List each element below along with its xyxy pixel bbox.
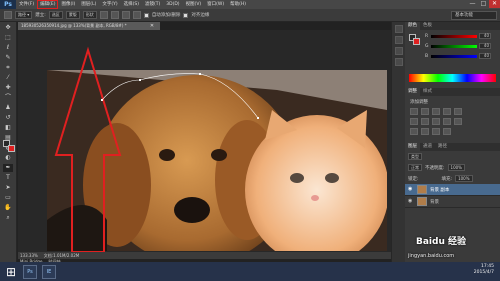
red-arrow-annotation [54,46,122,253]
tab-layers[interactable]: 图层 [405,143,420,151]
layer-kind-dropdown[interactable]: 类型 [408,153,422,160]
color-channel-row: B 40 [405,52,500,60]
taskbar-app-ie[interactable]: IE [42,264,56,279]
layer-row[interactable]: ◉ 背景 副本 [405,184,500,196]
gradient-map-icon[interactable] [443,128,451,135]
adjustment-icons-row [405,115,500,125]
posterize-icon[interactable] [421,128,429,135]
doc-size: 文档:1.01M/2.02M [43,253,80,258]
bw-icon[interactable] [432,118,440,125]
channel-value-field[interactable]: 40 [479,53,491,59]
layer-row[interactable]: ◉ 背景 [405,196,500,208]
vibrance-icon[interactable] [454,108,462,115]
layer-thumbnail [417,197,427,206]
channel-slider[interactable] [431,44,477,48]
color-panel-tabs: 颜色 色板 [405,22,500,30]
properties-icon[interactable] [395,36,403,44]
channel-mixer-icon[interactable] [454,118,462,125]
lock-row: 锁定: 填充: 100% [405,173,500,184]
opacity-label: 不透明度: [425,165,445,171]
layer-name: 背景 副本 [430,187,450,193]
tab-channels[interactable]: 通道 [420,143,435,151]
hue-sat-icon[interactable] [410,118,418,125]
history-icon[interactable] [395,25,403,33]
eye-icon[interactable]: ◉ [408,199,414,204]
tab-swatches[interactable]: 色板 [420,22,435,30]
clock-date: 2015/4/7 [473,270,494,275]
path-anchor-point [257,117,259,119]
channel-slider[interactable] [431,34,477,38]
adjustment-icons-row [405,105,500,115]
curves-icon[interactable] [432,108,440,115]
fill-label: 填充: [441,176,453,182]
path-anchor-point [101,99,103,101]
channel-label: G [425,43,429,49]
paragraph-icon[interactable] [395,58,403,66]
status-bar: 133.33% 文档:1.01M/2.02M [18,252,391,259]
right-panels: 颜色 色板 R 40 G 40 B 40 调整 样式 添加调整 图层 通道 路径 类型 [405,22,500,262]
adjustment-icons-row [405,125,500,135]
pen-path-line [101,73,259,119]
channel-value-field[interactable]: 40 [479,43,491,49]
layers-panel-tabs: 图层 通道 路径 [405,143,500,151]
tab-color[interactable]: 颜色 [405,22,420,30]
color-spectrum[interactable] [409,74,496,82]
watermark-url: jingyan.baidu.com [408,253,455,259]
adjustments-tabs: 调整 样式 [405,88,500,96]
channel-label: R [425,33,429,39]
windows-start-icon[interactable]: ⊞ [4,265,18,279]
path-anchor-point [199,73,201,75]
fill-field[interactable]: 100% [455,175,473,182]
path-anchor-point [139,79,141,81]
color-channel-row: G 40 [405,42,500,50]
taskbar-app-photoshop[interactable]: Ps [23,264,37,279]
tab-styles[interactable]: 样式 [420,88,435,96]
panel-dock-strip [391,22,405,262]
windows-taskbar: ⊞ Ps IE 17:45 2015/4/7 [0,262,500,281]
layer-filter-row: 类型 [405,151,500,162]
baidu-watermark: Baidu 经验 [416,237,467,247]
tab-adjustments[interactable]: 调整 [405,88,420,96]
zoom-level[interactable]: 133.33% [20,252,38,259]
blend-row: 正常 不透明度: 100% [405,162,500,173]
photo-filter-icon[interactable] [443,118,451,125]
adjustments-title: 添加调整 [410,100,428,105]
channel-value-field[interactable]: 40 [479,33,491,39]
channel-slider[interactable] [431,54,477,58]
channel-label: B [425,53,429,59]
exposure-icon[interactable] [443,108,451,115]
lock-label: 锁定: [408,176,419,182]
eye-icon[interactable]: ◉ [408,187,414,192]
color-panel: R 40 G 40 B 40 [405,30,500,70]
taskbar-clock[interactable]: 17:45 2015/4/7 [474,264,494,276]
opacity-field[interactable]: 100% [447,164,465,171]
blend-mode-dropdown[interactable]: 正常 [408,164,422,171]
color-channel-row: R 40 [405,32,500,40]
tab-paths[interactable]: 路径 [435,143,450,151]
layer-thumbnail [417,185,427,194]
brightness-icon[interactable] [410,108,418,115]
character-icon[interactable] [395,47,403,55]
threshold-icon[interactable] [432,128,440,135]
levels-icon[interactable] [421,108,429,115]
layer-name: 背景 [430,199,439,205]
invert-icon[interactable] [410,128,418,135]
color-balance-icon[interactable] [421,118,429,125]
